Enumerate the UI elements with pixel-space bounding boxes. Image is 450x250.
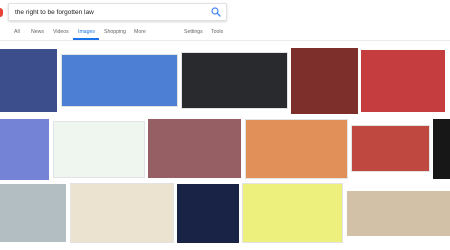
tab-news[interactable]: News: [31, 29, 44, 36]
image-result-thumbnail[interactable]: [242, 183, 343, 243]
tools-link[interactable]: Tools: [211, 29, 223, 36]
google-logo[interactable]: [0, 8, 3, 17]
search-input[interactable]: [15, 7, 200, 18]
image-result-thumbnail[interactable]: [177, 184, 239, 243]
tab-videos[interactable]: Videos: [53, 29, 69, 36]
tab-shopping[interactable]: Shopping: [104, 29, 126, 36]
image-result-thumbnail[interactable]: [70, 183, 174, 243]
tab-more[interactable]: More: [134, 29, 146, 36]
search-results-page: All News Videos Images Shopping More Set…: [0, 0, 450, 250]
tabs-divider: [0, 40, 450, 41]
image-result-thumbnail[interactable]: [181, 52, 288, 109]
image-result-thumbnail[interactable]: [361, 50, 445, 112]
image-result-thumbnail[interactable]: [61, 54, 178, 107]
image-result-thumbnail[interactable]: [148, 119, 241, 178]
image-result-thumbnail[interactable]: [351, 125, 430, 172]
image-result-thumbnail[interactable]: [0, 184, 66, 242]
image-result-thumbnail[interactable]: [53, 121, 145, 178]
image-result-thumbnail[interactable]: [433, 119, 450, 179]
settings-link[interactable]: Settings: [184, 29, 203, 36]
image-result-thumbnail[interactable]: [291, 48, 358, 114]
search-tabs: All News Videos Images Shopping More Set…: [0, 26, 450, 40]
search-icon[interactable]: [210, 6, 222, 18]
image-result-thumbnail[interactable]: [245, 119, 348, 179]
image-result-thumbnail[interactable]: [0, 49, 57, 112]
image-result-thumbnail[interactable]: [0, 119, 49, 180]
image-result-thumbnail[interactable]: [347, 191, 450, 236]
tab-all[interactable]: All: [14, 29, 20, 36]
search-bar: [8, 3, 227, 21]
tab-images[interactable]: Images: [78, 29, 95, 36]
